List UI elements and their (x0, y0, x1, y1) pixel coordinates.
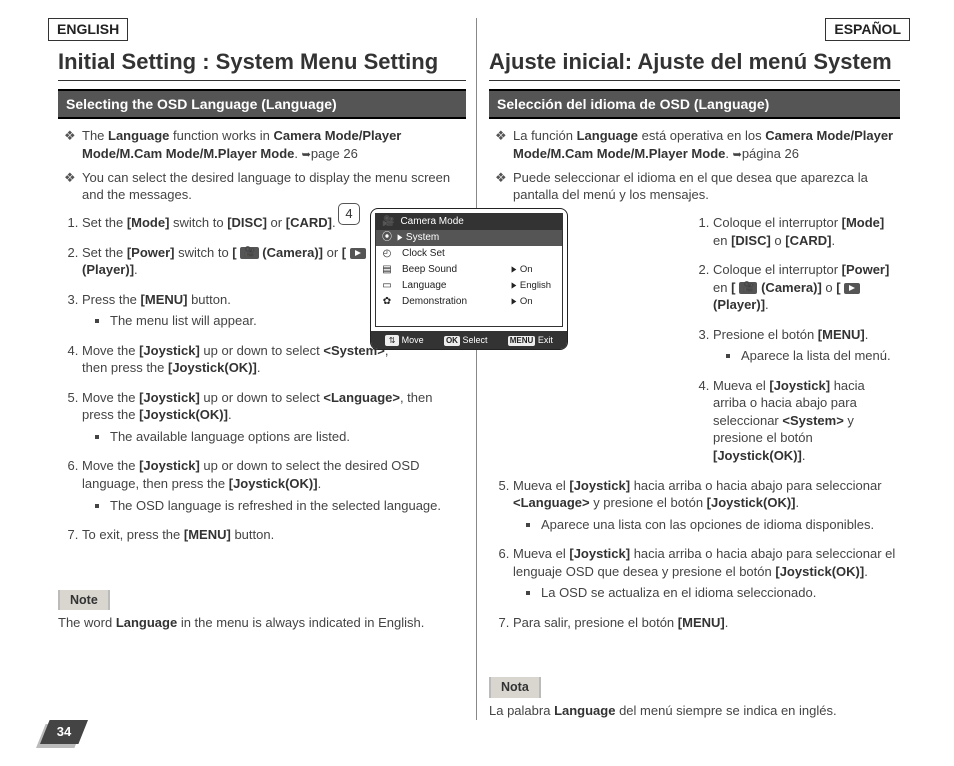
lcd-footer: ⇅ Move OK Select MENU Exit (371, 331, 567, 349)
lcd-screen: 🎥 Camera Mode ⦿ ► System ◴ Clock Set ▤ B… (370, 208, 568, 350)
updown-icon: ⇅ (385, 335, 399, 346)
bullet-es-1: La función Language está operativa en lo… (513, 127, 900, 162)
lcd-row-demo: Demonstration (396, 295, 510, 309)
substep-en-5: The available language options are liste… (110, 428, 466, 446)
step-en-7: To exit, press the [MENU] button. (82, 526, 466, 544)
tape-icon: ▭ (378, 279, 396, 293)
step-es-4: Mueva el [Joystick] hacia arriba o hacia… (713, 377, 900, 465)
note-text-en: The word Language in the menu is always … (58, 614, 466, 632)
step-en-5: Move the [Joystick] up or down to select… (82, 389, 466, 446)
camera-icon (240, 247, 258, 259)
note-label-en: Note (58, 590, 110, 611)
step-es-5: Mueva el [Joystick] hacia arriba o hacia… (513, 477, 900, 534)
note-label-es: Nota (489, 677, 541, 698)
clock-icon: ◴ (378, 247, 396, 261)
substep-en-6: The OSD language is refreshed in the sel… (110, 497, 466, 515)
step-en-3: Press the [MENU] button. The menu list w… (82, 291, 412, 330)
language-tag-english: ENGLISH (48, 18, 128, 41)
section-head-en: Selecting the OSD Language (Language) (58, 89, 466, 120)
lcd-row-beep: Beep Sound (396, 263, 510, 277)
step-en-6: Move the [Joystick] up or down to select… (82, 457, 466, 514)
lcd-mode-title: Camera Mode (400, 215, 463, 229)
step-en-4: Move the [Joystick] up or down to select… (82, 342, 412, 377)
bullet-en-1: The Language function works in Camera Mo… (82, 127, 466, 162)
step-en-2: Set the [Power] switch to [ (Camera)] or… (82, 244, 412, 279)
substep-es-5: Aparece una lista con las opciones de id… (541, 516, 900, 534)
substep-es-6: La OSD se actualiza en el idioma selecci… (541, 584, 900, 602)
play-icon (350, 248, 366, 259)
lcd-row-language: Language (396, 279, 510, 293)
step-es-2: Coloque el interruptor [Power] en [ (Cam… (713, 261, 900, 314)
step-en-1: Set the [Mode] switch to [DISC] or [CARD… (82, 214, 412, 232)
gear-icon: ✿ (378, 295, 396, 309)
note-text-es: La palabra Language del menú siempre se … (489, 702, 900, 720)
step-es-1: Coloque el interruptor [Mode] en [DISC] … (713, 214, 900, 249)
lcd-illustration: 4 🎥 Camera Mode ⦿ ► System ◴ Clock Set ▤… (370, 208, 570, 350)
step-es-6: Mueva el [Joystick] hacia arriba o hacia… (513, 545, 900, 602)
play-icon (844, 283, 860, 294)
camera-icon (739, 282, 757, 294)
step-es-3: Presione el botón [MENU]. Aparece la lis… (713, 326, 900, 365)
step-number-box: 4 (338, 203, 360, 225)
step-es-7: Para salir, presione el botón [MENU]. (513, 614, 900, 632)
card-icon: ▤ (378, 263, 396, 277)
page-number: 34 (40, 720, 90, 746)
page-title-en: Initial Setting : System Menu Setting (58, 47, 466, 81)
substep-en-3: The menu list will appear. (110, 312, 412, 330)
lcd-system-label: System (406, 231, 439, 245)
bullet-es-2: Puede seleccionar el idioma en el que de… (513, 169, 900, 204)
substep-es-3: Aparece la lista del menú. (741, 347, 900, 365)
column-english: ENGLISH Initial Setting : System Menu Se… (30, 18, 477, 720)
menu-key-icon: MENU (508, 336, 536, 347)
ok-key-icon: OK (444, 336, 460, 347)
disc-icon: ⦿ (378, 231, 396, 245)
column-spanish: ESPAÑOL Ajuste inicial: Ajuste del menú … (477, 18, 924, 720)
bullet-en-2: You can select the desired language to d… (82, 169, 466, 204)
section-head-es: Selección del idioma de OSD (Language) (489, 89, 900, 120)
language-tag-spanish: ESPAÑOL (825, 18, 910, 41)
page-title-es: Ajuste inicial: Ajuste del menú System (489, 47, 900, 81)
camcorder-icon: 🎥 (382, 215, 394, 229)
lcd-row-clock: Clock Set (396, 247, 510, 261)
